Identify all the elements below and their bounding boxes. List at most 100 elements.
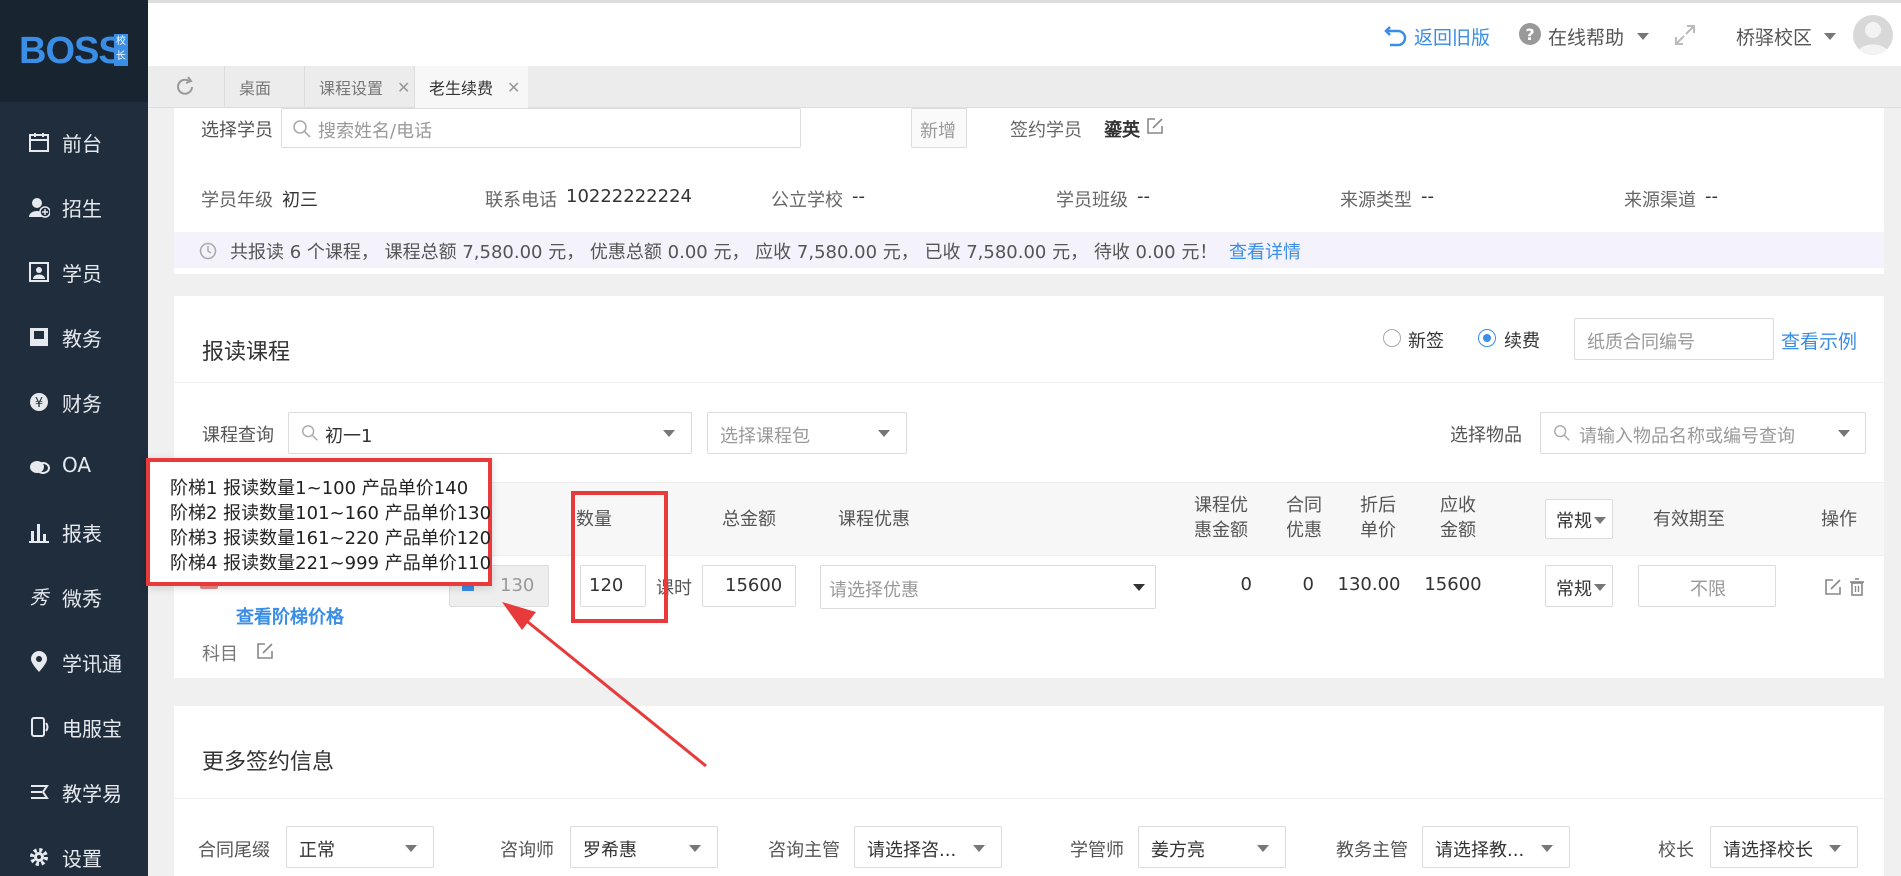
- chevron-down-icon: [1829, 845, 1841, 852]
- close-icon[interactable]: ✕: [397, 78, 410, 97]
- avatar[interactable]: [1853, 15, 1893, 55]
- student-search-input[interactable]: 搜索姓名/电话: [281, 108, 801, 148]
- contract-number-input[interactable]: 纸质合同编号: [1574, 318, 1774, 360]
- edit-icon[interactable]: [256, 641, 274, 665]
- sidebar-item-label: 招生: [62, 197, 102, 221]
- chevron-down-icon[interactable]: [1637, 33, 1649, 40]
- tier-line: 阶梯2 报读数量101~160 产品单价130: [170, 503, 492, 524]
- divider: [174, 798, 1884, 799]
- logo: BOSS 校长: [0, 0, 148, 102]
- row-type-select[interactable]: 常规: [1545, 565, 1613, 607]
- col-type-select[interactable]: 常规: [1545, 499, 1613, 539]
- col-discount: 课程优惠: [838, 509, 910, 530]
- edit-icon[interactable]: [1824, 577, 1842, 601]
- sidebar-item-finance[interactable]: ¥ 财务: [0, 376, 148, 426]
- view-details-link[interactable]: 查看详情: [1229, 238, 1301, 264]
- consultant-select[interactable]: 罗希惠: [570, 826, 718, 868]
- search-placeholder: 搜索姓名/电话: [318, 121, 433, 142]
- radio-new-sign[interactable]: [1383, 329, 1401, 347]
- discount-placeholder: 请选择优惠: [829, 580, 919, 601]
- radio-renew-label: 续费: [1504, 331, 1540, 352]
- tab-label: 老生续费: [429, 79, 494, 98]
- select-item-label: 选择物品: [1450, 425, 1522, 446]
- field-value: 罗希惠: [583, 840, 637, 861]
- sidebar-item-weixiu[interactable]: 秀 微秀: [0, 571, 148, 621]
- chevron-down-icon[interactable]: [1824, 33, 1836, 40]
- discount-select[interactable]: 请选择优惠: [820, 565, 1156, 609]
- chevron-down-icon: [1594, 584, 1606, 591]
- edit-icon[interactable]: [1146, 116, 1164, 140]
- sidebar-item-label: 教学易: [62, 782, 122, 806]
- add-student-button[interactable]: 新增: [911, 108, 967, 148]
- tab-desktop[interactable]: 桌面: [224, 66, 304, 108]
- grade-value: 初三: [282, 190, 318, 211]
- back-to-old-link[interactable]: 返回旧版: [1414, 23, 1490, 50]
- field-label: 学管师: [1070, 840, 1124, 861]
- sidebar-item-students[interactable]: 学员: [0, 246, 148, 296]
- sidebar-item-reports[interactable]: 报表: [0, 506, 148, 556]
- sidebar-item-xuexuntong[interactable]: 学讯通: [0, 636, 148, 686]
- chevron-down-icon: [1541, 845, 1553, 852]
- field-label: 咨询师: [500, 840, 554, 861]
- sidebar-item-enroll[interactable]: 招生: [0, 181, 148, 231]
- add-user-icon: [28, 196, 50, 218]
- sidebar-item-dianfubao[interactable]: 电服宝: [0, 701, 148, 751]
- field-value: 请选择教...: [1435, 840, 1525, 861]
- contract-disc-value: 0: [1302, 574, 1314, 595]
- sidebar-item-label: 设置: [62, 847, 102, 871]
- valid-until-input[interactable]: 不限: [1638, 565, 1776, 607]
- tier-line: 阶梯1 报读数量1~100 产品单价140: [170, 478, 469, 499]
- fullscreen-icon[interactable]: [1673, 23, 1697, 52]
- sidebar-item-label: 学讯通: [62, 652, 122, 676]
- trash-icon[interactable]: [1849, 577, 1865, 601]
- class-value: --: [1137, 186, 1150, 207]
- location-pin-icon: [28, 651, 50, 673]
- grade-label: 学员年级: [201, 190, 273, 211]
- total-value: 15600: [725, 575, 783, 596]
- field-label: 咨询主管: [768, 840, 840, 861]
- chevron-down-icon: [1257, 845, 1269, 852]
- tier-line: 阶梯3 报读数量161~220 产品单价120: [170, 528, 492, 549]
- tab-renewal[interactable]: 老生续费 ✕: [414, 66, 528, 108]
- tier-price-popup: 阶梯1 报读数量1~100 产品单价140 阶梯2 报读数量101~160 产品…: [146, 458, 492, 586]
- academic-manager-select[interactable]: 请选择教...: [1422, 826, 1570, 868]
- contract-placeholder: 纸质合同编号: [1587, 332, 1695, 353]
- unit-after-value: 130.00: [1337, 574, 1401, 595]
- gear-icon: [28, 846, 50, 868]
- radio-renew[interactable]: [1478, 329, 1496, 347]
- calendar-icon: [28, 131, 50, 153]
- item-search-select[interactable]: 请输入物品名称或编号查询: [1540, 412, 1866, 454]
- refresh-icon[interactable]: [174, 76, 196, 103]
- help-icon: ?: [1518, 22, 1542, 51]
- student-info-card: 选择学员 搜索姓名/电话 新增 签约学员 鎏英 学员年级 初三 联系电话 102…: [174, 108, 1884, 274]
- summary-text: 共报读 6 个课程， 课程总额 7,580.00 元， 优惠总额 0.00 元，…: [230, 242, 1218, 263]
- principal-select[interactable]: 请选择校长: [1710, 826, 1858, 868]
- online-help-label[interactable]: 在线帮助: [1548, 23, 1624, 50]
- campus-selector[interactable]: 桥驿校区: [1736, 23, 1812, 50]
- field-label: 教务主管: [1336, 840, 1408, 861]
- study-manager-select[interactable]: 姜方亮: [1138, 826, 1286, 868]
- col-contract-discount: 合同优惠: [1286, 495, 1322, 541]
- close-icon[interactable]: ✕: [507, 78, 520, 97]
- course-query-select[interactable]: 初一1: [288, 412, 692, 454]
- sidebar-item-label: 学员: [62, 262, 102, 286]
- contract-suffix-select[interactable]: 正常: [286, 826, 434, 868]
- sidebar-item-settings[interactable]: 设置: [0, 831, 148, 876]
- field-label: 合同尾缀: [198, 840, 270, 861]
- sidebar-item-oa[interactable]: OA: [0, 441, 148, 491]
- sidebar-item-frontdesk[interactable]: 前台: [0, 116, 148, 166]
- course-package-select[interactable]: 选择课程包: [707, 412, 907, 454]
- consult-manager-select[interactable]: 请选择咨...: [854, 826, 1002, 868]
- sidebar-item-jiaoxueyi[interactable]: 教学易: [0, 766, 148, 816]
- tab-course-settings[interactable]: 课程设置 ✕: [304, 66, 414, 108]
- logo-text: BOSS: [19, 30, 124, 72]
- sidebar-item-label: 电服宝: [62, 717, 122, 741]
- id-card-icon: [28, 261, 50, 283]
- logo-badge: 校长: [114, 34, 128, 66]
- sidebar-item-academic[interactable]: 教务: [0, 311, 148, 361]
- view-tier-price-link[interactable]: 查看阶梯价格: [236, 603, 344, 629]
- col-discount-amount: 课程优惠金额: [1194, 495, 1248, 541]
- view-example-link[interactable]: 查看示例: [1781, 327, 1857, 354]
- col-receivable: 应收金额: [1440, 495, 1476, 541]
- teach-icon: [28, 781, 50, 803]
